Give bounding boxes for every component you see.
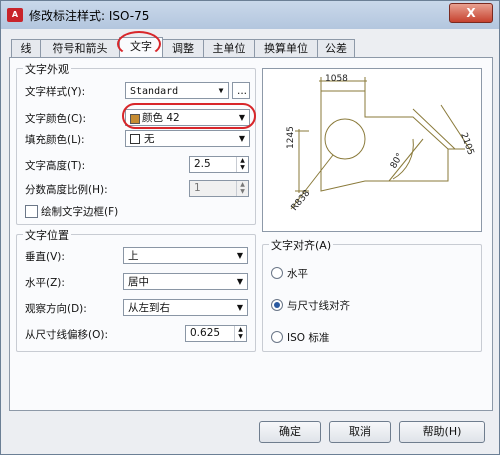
view-direction-label: 观察方向(D): — [25, 303, 87, 315]
dimension-preview-drawing: 1058 1245 2105 80° R838 — [286, 74, 475, 213]
text-appearance-group: 文字外观 文字样式(Y): Standard ▼ ... 文字颜色(C): 颜色 … — [16, 61, 256, 225]
radius-label: R838 — [290, 188, 313, 213]
preview-pane: 1058 1245 2105 80° R838 — [262, 68, 482, 232]
text-alignment-title: 文字对齐(A) — [269, 237, 334, 253]
chevron-down-icon: ▼ — [236, 303, 244, 312]
text-color-label: 文字颜色(C): — [25, 113, 87, 125]
tab-primary-units[interactable]: 主单位 — [203, 39, 255, 57]
annotation-circle-tab — [117, 31, 161, 57]
align-iso-radio[interactable] — [271, 331, 283, 343]
fill-color-value: 无 — [144, 133, 155, 145]
title-bar: A 修改标注样式: ISO-75 X — [1, 1, 499, 29]
chevron-down-icon: ▼ — [236, 251, 244, 260]
spinner-arrows-icon[interactable]: ▲ ▼ — [234, 326, 246, 341]
tab-tolerances[interactable]: 公差 — [317, 39, 355, 57]
draw-frame-label: 绘制文字边框(F) — [41, 206, 119, 218]
dim-label-2105: 2105 — [458, 132, 475, 157]
fraction-scale-label: 分数高度比例(H): — [25, 184, 108, 196]
tab-symbols-arrows[interactable]: 符号和箭头 — [40, 39, 120, 57]
color-swatch-icon — [130, 134, 140, 144]
view-direction-select[interactable]: 从左到右 ▼ — [123, 299, 248, 316]
view-direction-value: 从左到右 — [128, 302, 170, 314]
text-height-value: 2.5 — [194, 158, 211, 170]
chevron-down-icon: ▼ — [218, 86, 224, 95]
text-style-browse-button[interactable]: ... — [232, 82, 250, 99]
text-style-select[interactable]: Standard ▼ — [125, 82, 229, 99]
text-alignment-group: 文字对齐(A) 水平 与尺寸线对齐 ISO 标准 — [262, 237, 482, 352]
dim-label-1058: 1058 — [325, 74, 348, 84]
tab-alternate-units[interactable]: 换算单位 — [254, 39, 318, 57]
annotation-circle-color — [122, 103, 256, 129]
vertical-value: 上 — [128, 250, 139, 262]
text-placement-group: 文字位置 垂直(V): 上 ▼ 水平(Z): 居中 ▼ 观察方向(D): 从左到右 ▼… — [16, 227, 256, 352]
text-height-spinner[interactable]: 2.5 ▲ ▼ — [189, 156, 249, 173]
text-appearance-title: 文字外观 — [23, 61, 71, 77]
help-button[interactable]: 帮助(H) — [399, 421, 485, 443]
autocad-icon: A — [7, 8, 23, 22]
offset-label: 从尺寸线偏移(O): — [25, 329, 108, 341]
fraction-scale-value: 1 — [194, 182, 201, 194]
vertical-label: 垂直(V): — [25, 251, 65, 263]
dim-line-left — [295, 129, 309, 193]
text-style-label: 文字样式(Y): — [25, 86, 86, 98]
angle-label: 80° — [389, 152, 406, 171]
fill-color-select[interactable]: 无 ▼ — [125, 130, 250, 147]
offset-value: 0.625 — [190, 327, 221, 339]
tab-lines[interactable]: 线 — [11, 39, 41, 57]
align-horizontal-label: 水平 — [287, 268, 308, 280]
horizontal-label: 水平(Z): — [25, 277, 65, 289]
close-button[interactable]: X — [449, 3, 493, 23]
chevron-down-icon: ▼ — [236, 277, 244, 286]
text-placement-title: 文字位置 — [23, 227, 71, 243]
spinner-arrows-icon: ▲ ▼ — [236, 181, 248, 196]
part-outline — [320, 90, 449, 192]
text-style-value: Standard — [130, 86, 179, 97]
tab-panel: 文字外观 文字样式(Y): Standard ▼ ... 文字颜色(C): 颜色 … — [9, 57, 493, 411]
chevron-down-icon: ▼ — [238, 134, 246, 143]
align-dimline-radio[interactable] — [271, 299, 283, 311]
draw-frame-checkbox[interactable] — [25, 205, 38, 218]
window-title: 修改标注样式: ISO-75 — [29, 9, 150, 23]
cancel-button[interactable]: 取消 — [329, 421, 391, 443]
dialog-window: A 修改标注样式: ISO-75 X 线 符号和箭头 文字 调整 主单位 换算单… — [0, 0, 500, 455]
spinner-arrows-icon[interactable]: ▲ ▼ — [236, 157, 248, 172]
dim-label-1245: 1245 — [286, 126, 296, 149]
offset-spinner[interactable]: 0.625 ▲ ▼ — [185, 325, 247, 342]
horizontal-value: 居中 — [128, 276, 149, 288]
fill-color-label: 填充颜色(L): — [25, 134, 85, 146]
part-hole — [324, 118, 366, 160]
ok-button[interactable]: 确定 — [259, 421, 321, 443]
text-height-label: 文字高度(T): — [25, 160, 86, 172]
align-dimline-label: 与尺寸线对齐 — [287, 300, 350, 312]
align-horizontal-radio[interactable] — [271, 267, 283, 279]
align-iso-label: ISO 标准 — [287, 332, 330, 344]
vertical-select[interactable]: 上 ▼ — [123, 247, 248, 264]
tab-fit[interactable]: 调整 — [162, 39, 204, 57]
horizontal-select[interactable]: 居中 ▼ — [123, 273, 248, 290]
fraction-scale-spinner: 1 ▲ ▼ — [189, 180, 249, 197]
